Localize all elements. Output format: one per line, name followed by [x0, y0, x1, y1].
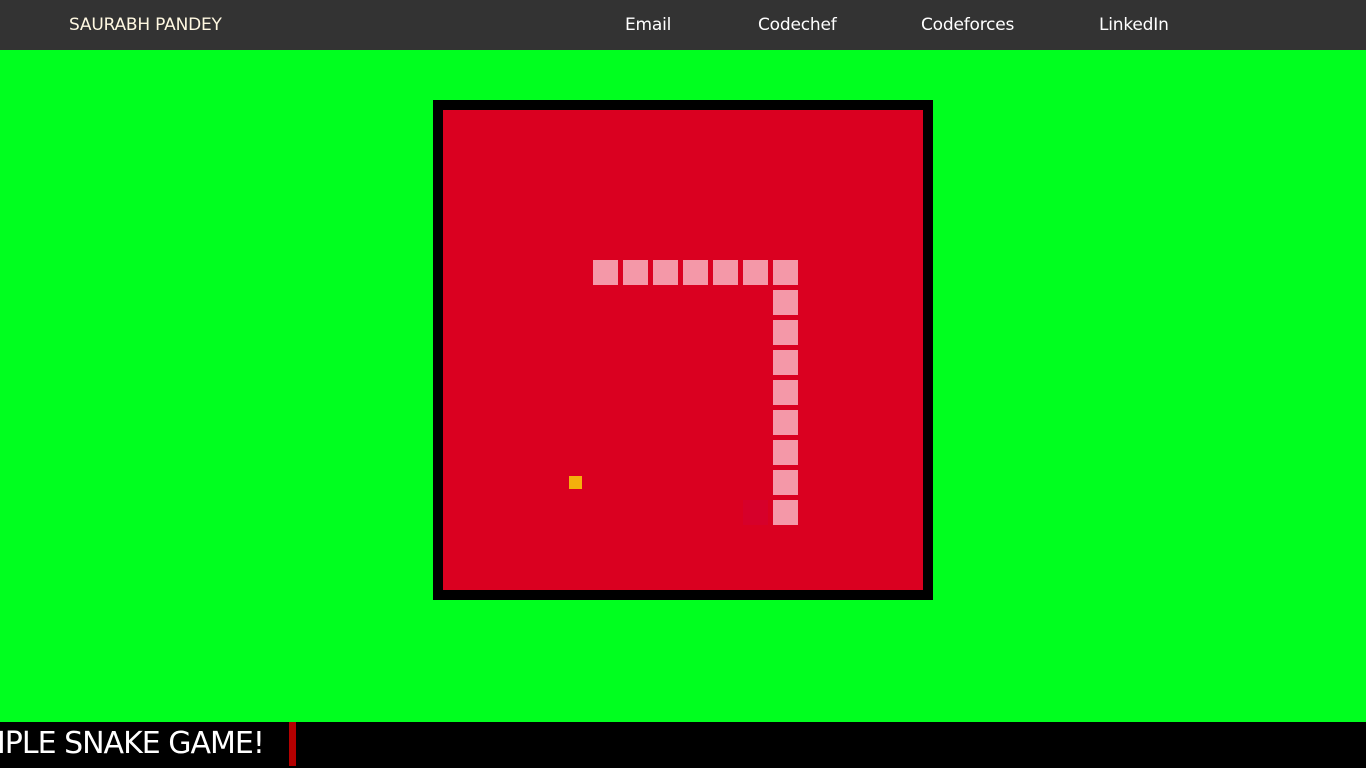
- snake-segment: [773, 260, 798, 285]
- snake-segment: [683, 260, 708, 285]
- snake-segment: [773, 290, 798, 315]
- snake-segment: [593, 260, 618, 285]
- snake-segment: [773, 410, 798, 435]
- footer-marquee-bar: SIMPLE SNAKE GAME!: [0, 722, 1366, 768]
- snake-head: [773, 500, 798, 525]
- snake-segment: [653, 260, 678, 285]
- game-board[interactable]: [443, 110, 923, 590]
- snake-segment: [773, 440, 798, 465]
- text-cursor-caret: [289, 722, 296, 766]
- snake-segment: [743, 260, 768, 285]
- snake-segment: [623, 260, 648, 285]
- food-pellet: [569, 476, 582, 489]
- top-navbar: SAURABH PANDEY Email Codechef Codeforces…: [0, 0, 1366, 50]
- snake-segment: [773, 470, 798, 495]
- snake-segment: [773, 320, 798, 345]
- snake-segment: [773, 380, 798, 405]
- snake-trail-cell: [743, 500, 768, 525]
- nav-link-linkedin[interactable]: LinkedIn: [1099, 0, 1169, 50]
- marquee-title: SIMPLE SNAKE GAME!: [0, 726, 265, 761]
- snake-segment: [773, 350, 798, 375]
- brand-name[interactable]: SAURABH PANDEY: [69, 0, 222, 50]
- nav-link-codechef[interactable]: Codechef: [758, 0, 837, 50]
- nav-link-codeforces[interactable]: Codeforces: [921, 0, 1014, 50]
- snake-segment: [713, 260, 738, 285]
- nav-link-email[interactable]: Email: [625, 0, 671, 50]
